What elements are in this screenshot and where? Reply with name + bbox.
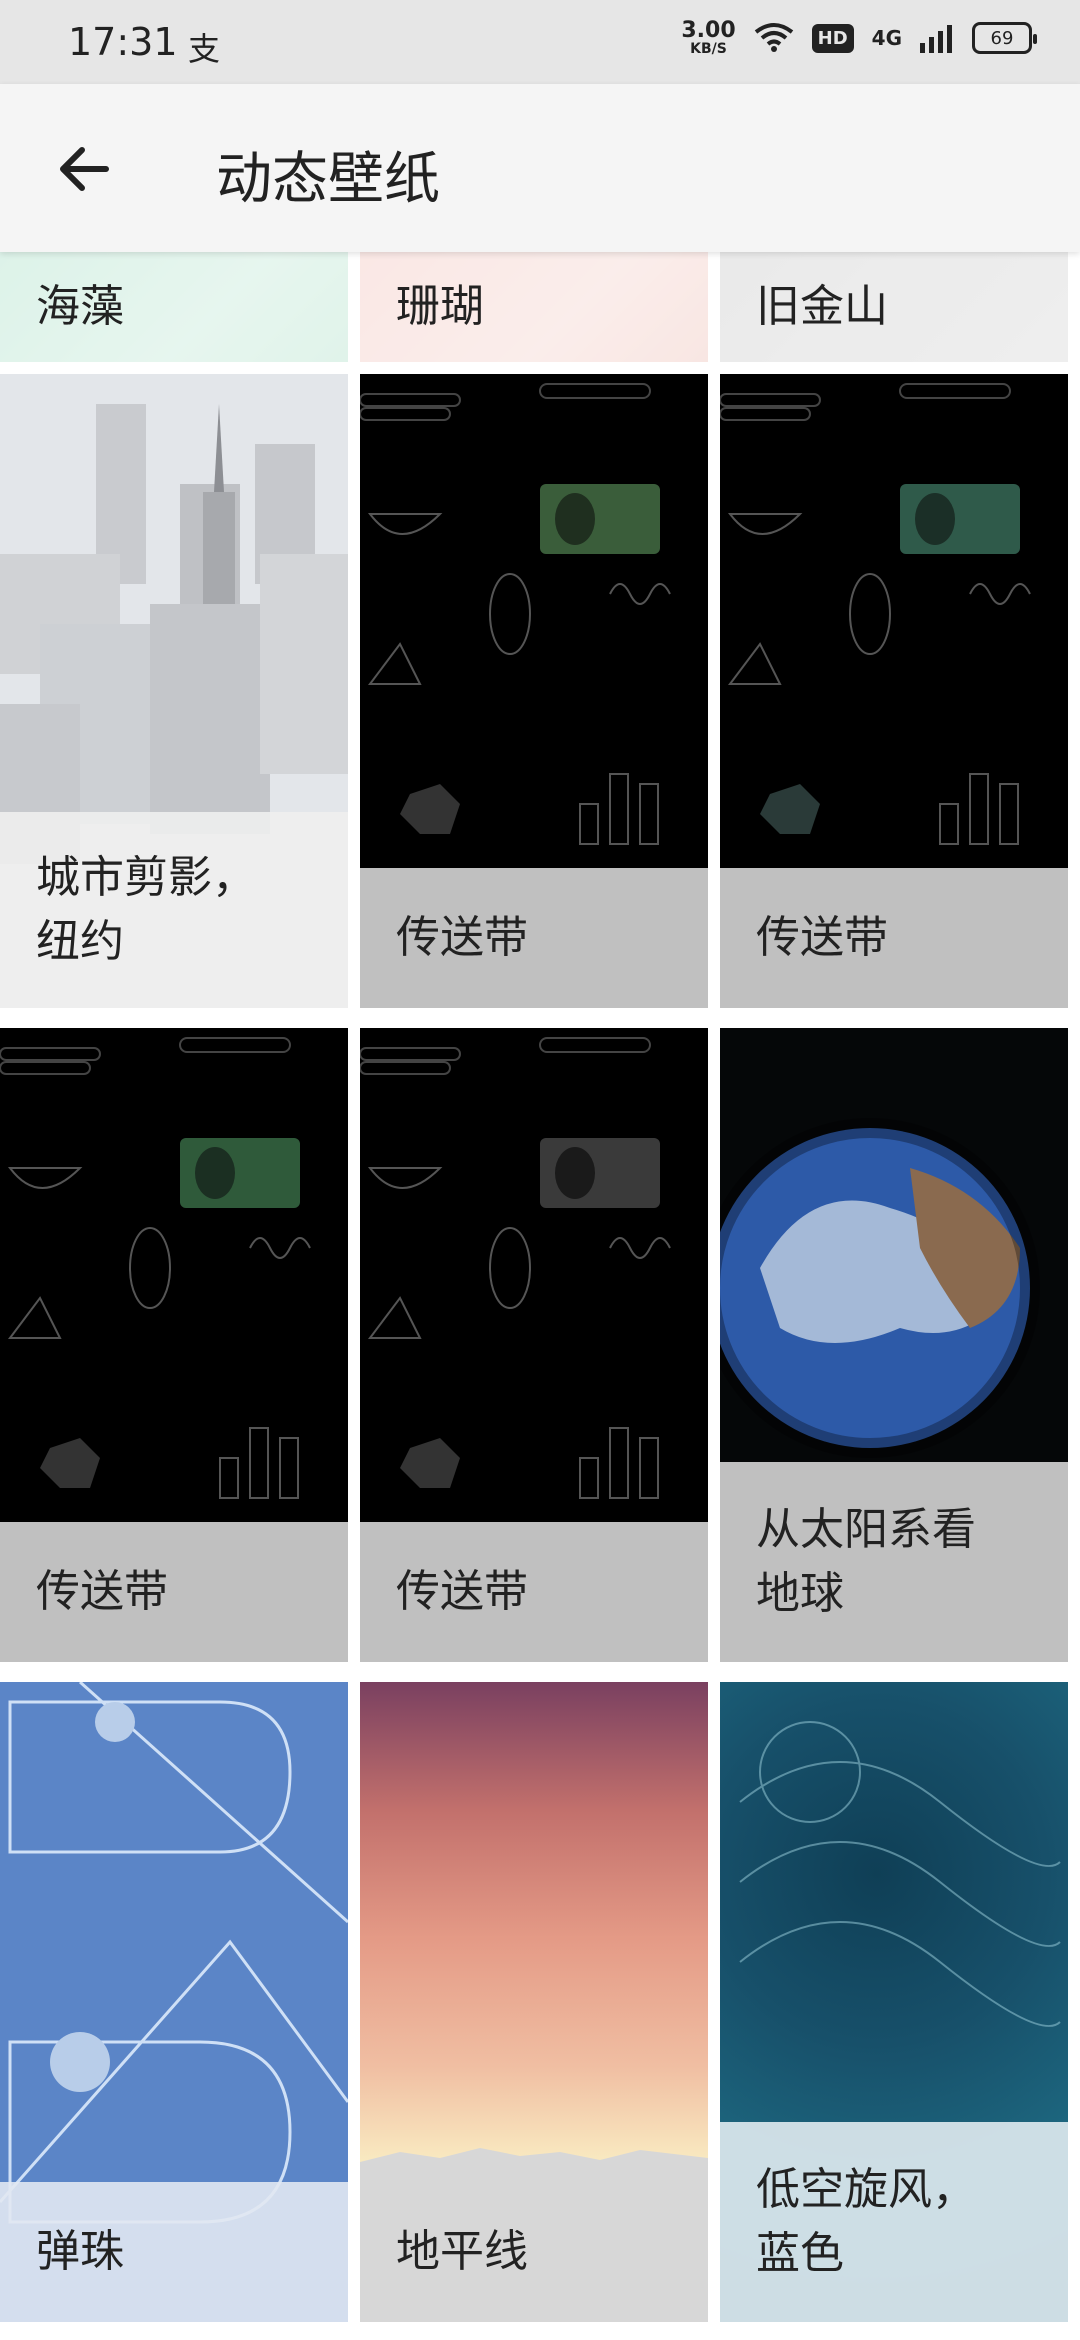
alipay-icon: 支 <box>188 30 221 68</box>
wifi-icon <box>754 23 793 52</box>
wallpaper-label: 传送带 <box>36 1566 168 1617</box>
wallpaper-tile-marbles[interactable]: 弹珠 <box>0 1682 348 2322</box>
wallpaper-tile-conveyor-4[interactable]: 传送带 <box>360 1028 708 1662</box>
wallpaper-tile-conveyor-1[interactable]: 传送带 <box>360 374 708 1008</box>
wallpaper-label: 地平线 <box>396 2226 528 2277</box>
status-icons: 3.00 KB/S HD 4G 69 <box>681 18 1037 57</box>
wallpaper-tile-earth[interactable]: 从太阳系看 地球 <box>720 1028 1068 1662</box>
status-bar: 17:31 支 3.00 KB/S HD 4G 69 <box>0 0 1080 84</box>
status-time: 17:31 <box>68 20 178 64</box>
page-title: 动态壁纸 <box>216 147 440 212</box>
network-speed: 3.00 KB/S <box>681 18 736 57</box>
wallpaper-label: 传送带 <box>396 1566 528 1617</box>
wallpaper-label: 传送带 <box>396 912 528 963</box>
wallpaper-label: 城市剪影， 纽约 <box>36 852 256 967</box>
signal-4g: 4G <box>871 26 902 50</box>
wallpaper-label: 低空旋风， 蓝色 <box>756 2164 976 2279</box>
wallpaper-tile-whirlwind[interactable]: 低空旋风， 蓝色 <box>720 1682 1068 2322</box>
wallpaper-tile-new-york[interactable]: 城市剪影， 纽约 <box>0 374 348 1008</box>
wallpaper-label: 传送带 <box>756 912 888 963</box>
wallpaper-tile-seaweed[interactable]: 海藻 <box>0 252 348 362</box>
wallpaper-tile-coral[interactable]: 珊瑚 <box>360 252 708 362</box>
wallpaper-tile-conveyor-2[interactable]: 传送带 <box>720 374 1068 1008</box>
arrow-left-icon[interactable] <box>50 134 120 204</box>
signal-bars-icon <box>920 25 952 53</box>
app-bar: 动态壁纸 <box>0 84 1080 252</box>
wallpaper-label: 从太阳系看 地球 <box>756 1504 976 1619</box>
wallpaper-tile-horizon[interactable]: 地平线 <box>360 1682 708 2322</box>
wallpaper-tile-san-francisco[interactable]: 旧金山 <box>720 252 1068 362</box>
wallpaper-label: 珊瑚 <box>396 281 484 332</box>
wallpaper-label: 旧金山 <box>756 281 888 332</box>
wallpaper-tile-conveyor-3[interactable]: 传送带 <box>0 1028 348 1662</box>
wallpaper-label: 弹珠 <box>36 2226 124 2277</box>
wallpaper-label: 海藻 <box>36 281 124 332</box>
battery-icon: 69 <box>972 22 1037 54</box>
hd-icon: HD <box>811 23 854 53</box>
